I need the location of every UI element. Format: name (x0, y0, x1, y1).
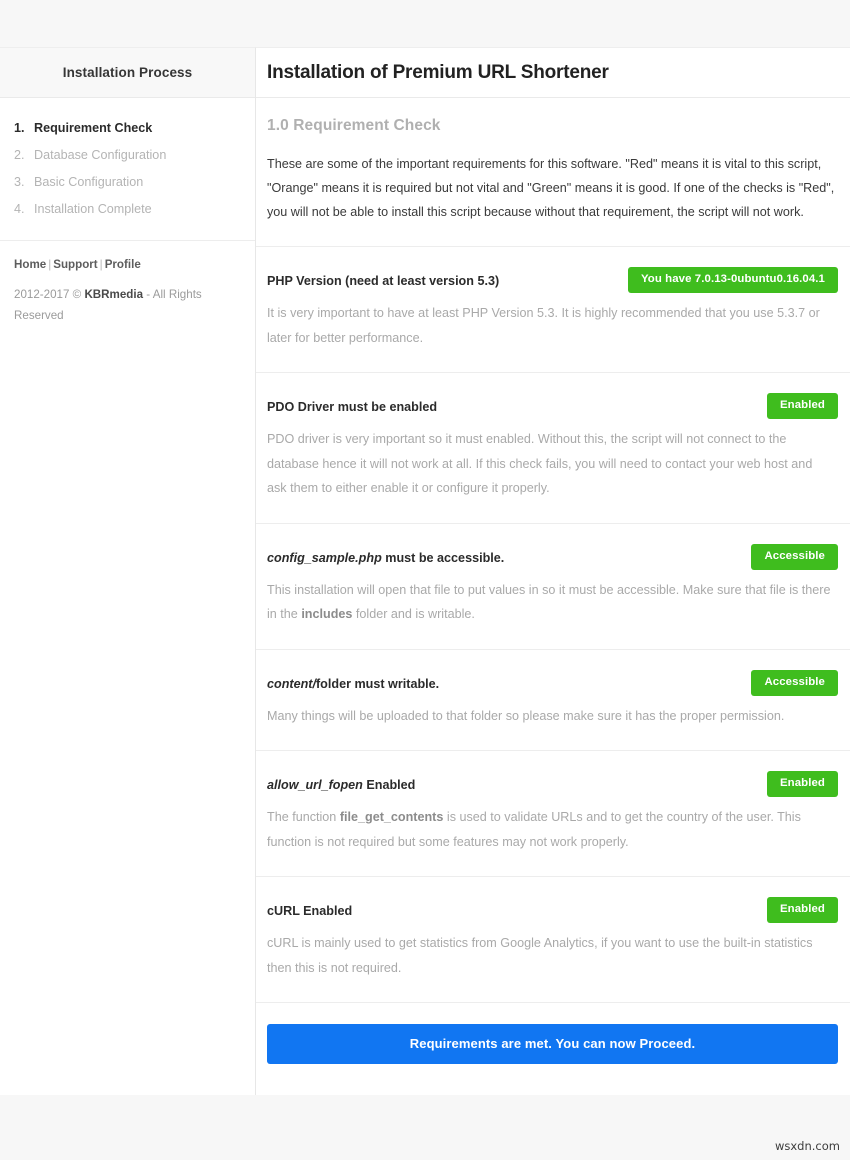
step-number: 2. (14, 147, 25, 162)
requirement-header: cURL Enabled Enabled (267, 897, 838, 924)
description-part: The function (267, 810, 340, 824)
main-panel: Installation of Premium URL Shortener 1.… (256, 47, 850, 1095)
requirement-label-rest: must be accessible. (381, 550, 505, 565)
intro-paragraph: These are some of the important requirem… (267, 157, 835, 219)
requirement-description: PDO driver is very important so it must … (267, 427, 832, 501)
requirement-label-code: allow_url_fopen (267, 778, 363, 792)
requirement-label: config_sample.php must be accessible. (267, 544, 504, 571)
sidebar-step-4[interactable]: 4. Installation Complete (0, 195, 255, 222)
requirement-label: allow_url_fopen Enabled (267, 771, 415, 798)
requirement-row: content/folder must writable. Accessible M… (256, 650, 850, 751)
page-title: Installation of Premium URL Shortener (267, 61, 609, 83)
footer-copyright: 2012-2017 © KBRmedia - All Rights Reserv… (14, 284, 214, 326)
page-layout: Installation Process 1. Requirement Check… (0, 47, 850, 1095)
requirement-row: allow_url_fopen Enabled Enabled The functi… (256, 751, 850, 877)
requirement-header: config_sample.php must be accessible. Acc… (267, 543, 838, 571)
requirement-row: config_sample.php must be accessible. Acc… (256, 524, 850, 650)
installer-page: Installation Process 1. Requirement Check… (0, 47, 850, 1095)
section-heading: 1.0 Requirement Check (267, 117, 441, 134)
status-badge: Enabled (766, 897, 838, 923)
proceed-section: Requirements are met. You can now Procee… (256, 1003, 850, 1087)
step-label: Requirement Check (34, 120, 153, 135)
requirement-row: cURL Enabled Enabled cURL is mainly used t… (256, 877, 850, 1003)
status-badge: Enabled (766, 771, 838, 797)
sidebar-title: Installation Process (62, 65, 193, 80)
requirement-label-text: cURL Enabled (267, 904, 353, 918)
requirement-label: PHP Version (need at least version 5.3) (267, 267, 499, 294)
step-label: Basic Configuration (34, 174, 144, 189)
copyright-brand: KBRmedia (84, 288, 144, 301)
requirement-label-code: content/ (267, 676, 316, 691)
requirement-label: cURL Enabled (267, 897, 352, 924)
sidebar-step-3[interactable]: 3. Basic Configuration (0, 168, 255, 195)
footer-link-support[interactable]: Support (53, 258, 97, 271)
requirement-header: PDO Driver must be enabled Enabled (267, 393, 838, 420)
requirement-description: It is very important to have at least PH… (267, 301, 832, 350)
requirement-label: content/folder must writable. (267, 670, 439, 697)
requirement-description: The function file_get_contents is used t… (267, 805, 832, 854)
requirement-label-text: PDO Driver must be enabled (267, 400, 438, 414)
description-part: folder and is writable. (352, 607, 475, 621)
description-part: It is very important to have at least PH… (267, 306, 820, 345)
status-badge: Accessible (751, 543, 838, 570)
installation-steps-list: 1. Requirement Check 2. Database Configurat… (0, 98, 255, 241)
step-label: Installation Complete (34, 201, 152, 216)
step-label: Database Configuration (34, 147, 167, 162)
status-badge: You have 7.0.13-0ubuntu0.16.04.1 (627, 267, 838, 293)
requirement-header: content/folder must writable. Accessible (267, 669, 838, 697)
requirement-label-text: PHP Version (need at least version 5.3) (267, 274, 500, 288)
description-emphasis: includes (301, 607, 353, 621)
description-part: cURL is mainly used to get statistics fr… (267, 936, 813, 975)
requirement-label: PDO Driver must be enabled (267, 393, 437, 420)
sidebar-footer: Home | Support | Profile 2012-2017 © KBRmedi… (0, 241, 255, 326)
footer-link-profile[interactable]: Profile (105, 258, 141, 271)
requirement-row: PDO Driver must be enabled Enabled PDO dri… (256, 373, 850, 524)
requirement-label-code: config_sample.php (267, 550, 382, 565)
requirement-row: PHP Version (need at least version 5.3) Y… (256, 247, 850, 373)
requirement-label-rest: folder must writable. (315, 676, 440, 691)
step-number: 1. (14, 120, 25, 135)
requirement-description: cURL is mainly used to get statistics fr… (267, 931, 832, 980)
description-emphasis: file_get_contents (339, 810, 444, 824)
description-part: PDO driver is very important so it must … (267, 432, 813, 495)
status-badge: Enabled (766, 393, 838, 419)
watermark: wsxdn.com (774, 1139, 840, 1153)
proceed-button[interactable]: Requirements are met. You can now Procee… (267, 1024, 838, 1064)
copyright-prefix: 2012-2017 © (14, 288, 85, 301)
requirement-description: This installation will open that file to… (267, 578, 832, 627)
status-badge: Accessible (751, 669, 838, 696)
footer-separator-2: | (99, 258, 103, 271)
sidebar-header: Installation Process (0, 48, 255, 98)
requirement-description: Many things will be uploaded to that fol… (267, 704, 832, 729)
main-header: Installation of Premium URL Shortener (256, 48, 850, 98)
requirement-header: allow_url_fopen Enabled Enabled (267, 771, 838, 798)
sidebar: Installation Process 1. Requirement Check… (0, 47, 256, 1095)
sidebar-step-1[interactable]: 1. Requirement Check (0, 114, 255, 141)
requirements-list: PHP Version (need at least version 5.3) Y… (256, 247, 850, 1003)
description-part: Many things will be uploaded to that fol… (267, 708, 785, 723)
footer-links: Home | Support | Profile (14, 256, 241, 273)
requirement-label-rest: Enabled (362, 778, 416, 792)
step-number: 3. (14, 174, 25, 189)
step-number: 4. (14, 201, 25, 216)
sidebar-step-2[interactable]: 2. Database Configuration (0, 141, 255, 168)
intro-section: 1.0 Requirement Check These are some of … (256, 98, 850, 247)
footer-link-home[interactable]: Home (14, 258, 46, 271)
requirement-header: PHP Version (need at least version 5.3) Y… (267, 267, 838, 294)
